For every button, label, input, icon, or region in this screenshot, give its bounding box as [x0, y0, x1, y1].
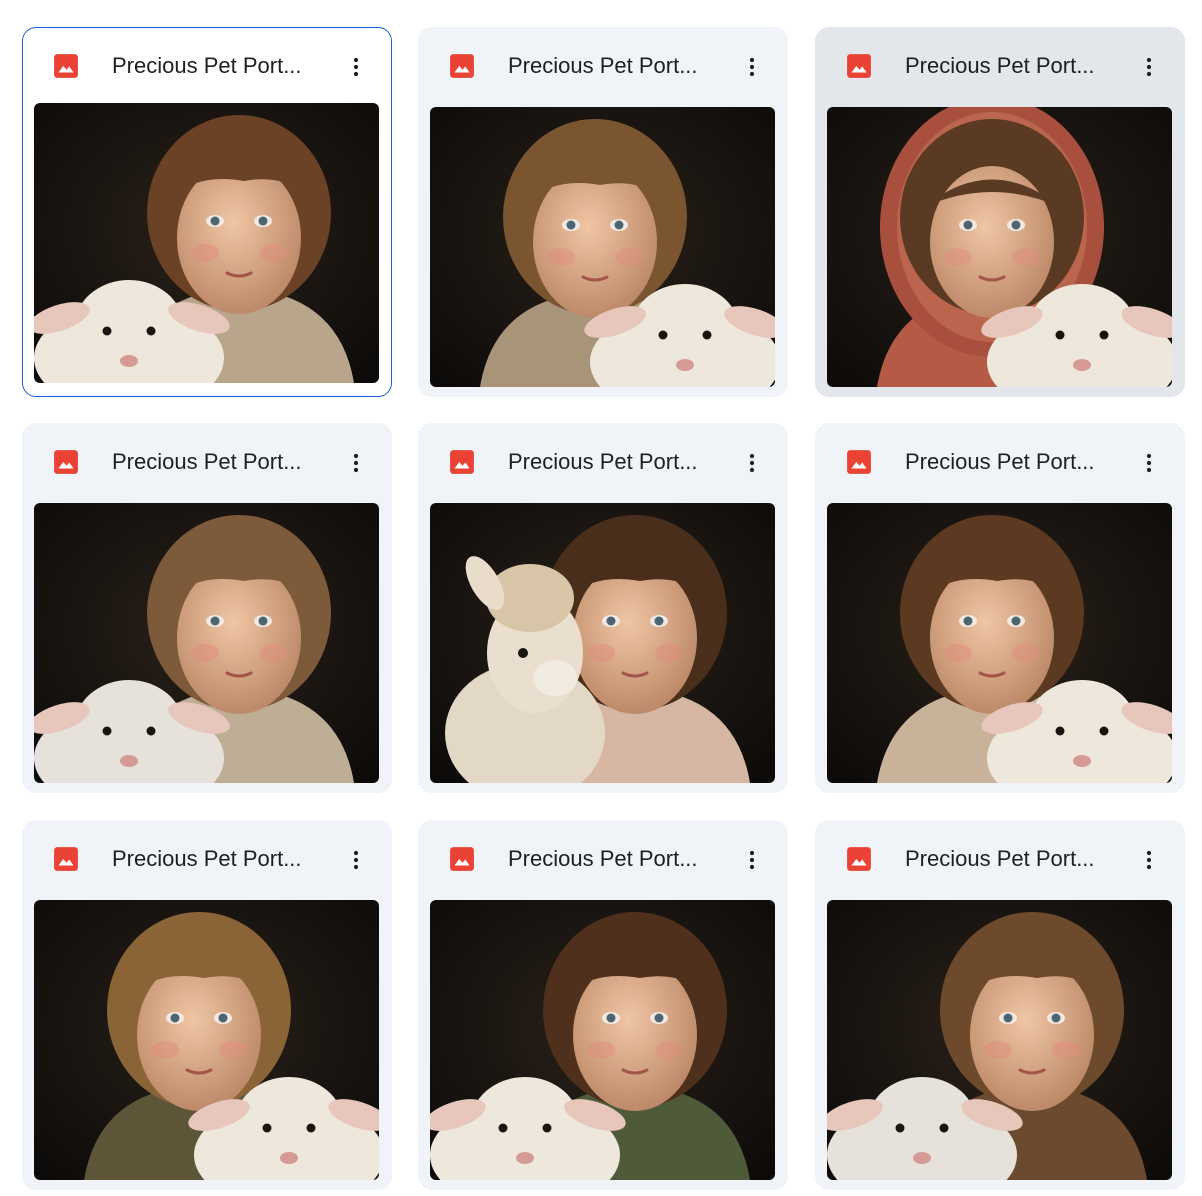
file-grid: Precious Pet Port... Precious Pet Port...…	[0, 0, 1202, 1196]
file-card-header: Precious Pet Port...	[22, 423, 392, 503]
image-file-icon	[53, 449, 79, 475]
file-card[interactable]: Precious Pet Port...	[815, 423, 1185, 793]
file-name: Precious Pet Port...	[905, 846, 1095, 871]
file-card-header: Precious Pet Port...	[418, 27, 788, 107]
image-file-icon	[53, 846, 79, 872]
file-card-header: Precious Pet Port...	[815, 27, 1185, 107]
more-vert-icon[interactable]	[1133, 443, 1165, 483]
file-card-header: Precious Pet Port...	[815, 820, 1185, 900]
file-name: Precious Pet Port...	[508, 846, 698, 871]
more-vert-icon[interactable]	[340, 840, 372, 880]
file-card[interactable]: Precious Pet Port...	[815, 27, 1185, 397]
file-name: Precious Pet Port...	[905, 449, 1095, 474]
more-vert-icon[interactable]	[340, 443, 372, 483]
image-file-icon	[846, 53, 872, 79]
more-vert-icon[interactable]	[340, 47, 372, 87]
file-name: Precious Pet Port...	[905, 53, 1095, 78]
file-thumbnail[interactable]	[34, 503, 379, 783]
file-card[interactable]: Precious Pet Port...	[22, 423, 392, 793]
file-card-header: Precious Pet Port...	[418, 820, 788, 900]
file-card[interactable]: Precious Pet Port...	[418, 423, 788, 793]
file-card[interactable]: Precious Pet Port...	[815, 820, 1185, 1190]
file-name: Precious Pet Port...	[112, 53, 302, 78]
image-file-icon	[846, 449, 872, 475]
file-thumbnail[interactable]	[34, 900, 379, 1180]
file-thumbnail[interactable]	[827, 900, 1172, 1180]
file-thumbnail[interactable]	[827, 503, 1172, 783]
more-vert-icon[interactable]	[736, 840, 768, 880]
file-card-header: Precious Pet Port...	[23, 28, 391, 108]
image-file-icon	[449, 53, 475, 79]
file-card[interactable]: Precious Pet Port...	[418, 820, 788, 1190]
image-file-icon	[449, 846, 475, 872]
more-vert-icon[interactable]	[736, 47, 768, 87]
more-vert-icon[interactable]	[1133, 840, 1165, 880]
file-card-header: Precious Pet Port...	[22, 820, 392, 900]
file-thumbnail[interactable]	[430, 900, 775, 1180]
file-card-header: Precious Pet Port...	[815, 423, 1185, 503]
file-thumbnail[interactable]	[430, 107, 775, 387]
file-name: Precious Pet Port...	[112, 449, 302, 474]
file-card[interactable]: Precious Pet Port...	[22, 27, 392, 397]
image-file-icon	[449, 449, 475, 475]
more-vert-icon[interactable]	[736, 443, 768, 483]
file-name: Precious Pet Port...	[112, 846, 302, 871]
file-card-header: Precious Pet Port...	[418, 423, 788, 503]
file-card[interactable]: Precious Pet Port...	[418, 27, 788, 397]
file-card[interactable]: Precious Pet Port...	[22, 820, 392, 1190]
file-thumbnail[interactable]	[34, 103, 379, 383]
file-thumbnail[interactable]	[827, 107, 1172, 387]
more-vert-icon[interactable]	[1133, 47, 1165, 87]
file-thumbnail[interactable]	[430, 503, 775, 783]
image-file-icon	[846, 846, 872, 872]
file-name: Precious Pet Port...	[508, 53, 698, 78]
image-file-icon	[53, 53, 79, 79]
file-name: Precious Pet Port...	[508, 449, 698, 474]
